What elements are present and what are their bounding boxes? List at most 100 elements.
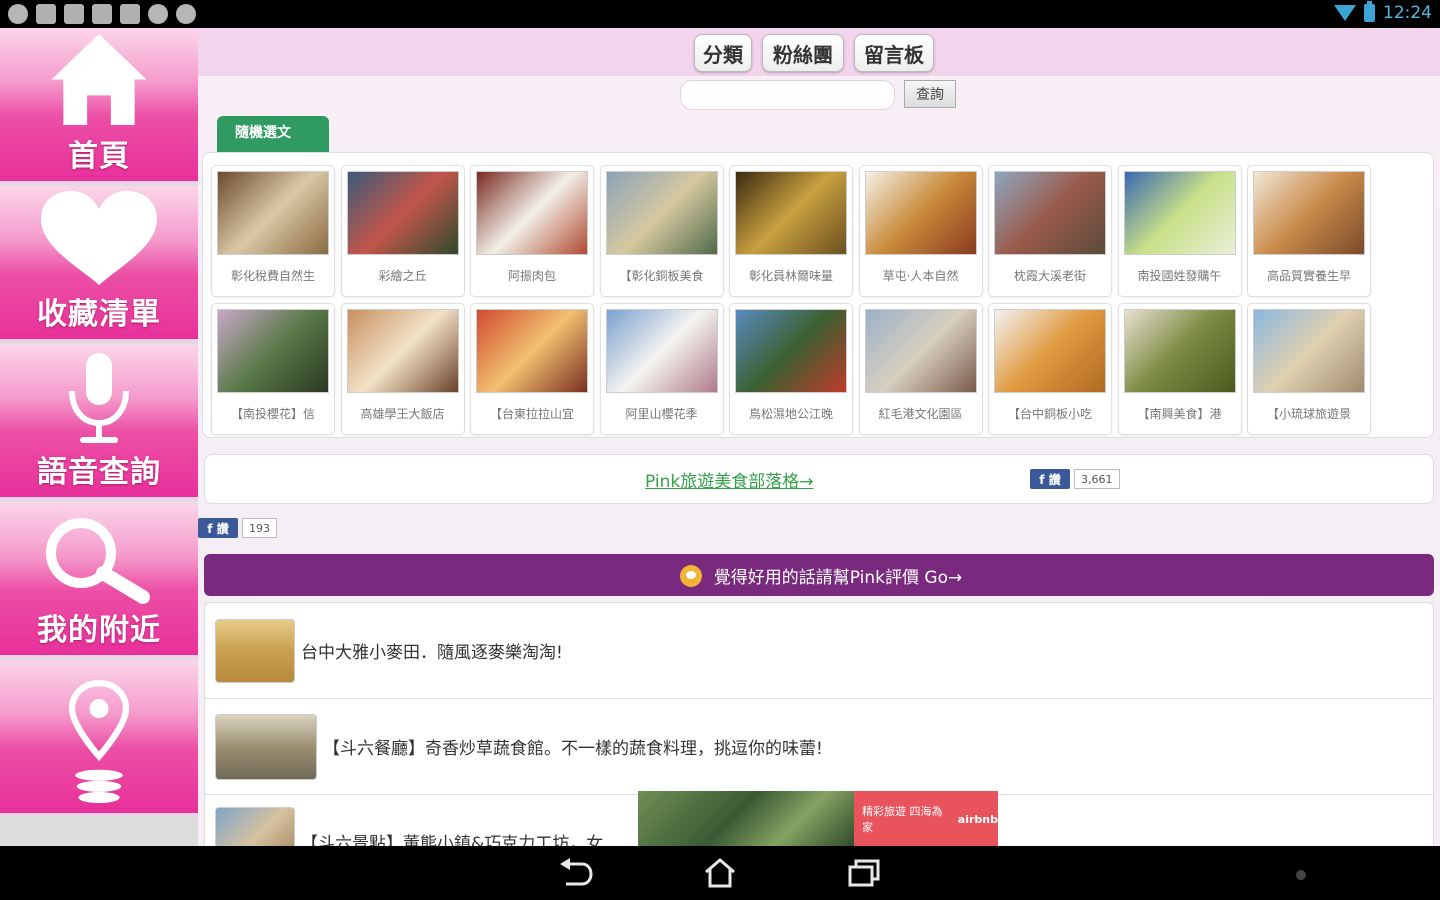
thumbnail-image	[735, 171, 847, 255]
thumbnail-card[interactable]: 【台中銅板小吃	[988, 303, 1112, 435]
thumbnail-caption: 【南興美食】港	[1137, 407, 1222, 421]
android-icon	[8, 4, 28, 24]
thumbnail-image	[476, 171, 588, 255]
thumbnail-caption: 彩繪之丘	[378, 269, 427, 283]
thumbnail-caption: 【台東拉拉山宜	[489, 407, 574, 421]
rate-app-banner[interactable]: 覺得好用的話請幫Pink評價 Go→	[204, 554, 1434, 596]
tab-message-board[interactable]: 留言板	[854, 34, 934, 72]
search-input[interactable]	[680, 80, 895, 110]
like-count: 3,661	[1074, 469, 1120, 489]
article-thumbnail	[215, 618, 295, 683]
top-tabs: 分類 粉絲團 留言板	[694, 34, 934, 72]
back-icon	[560, 858, 593, 886]
thumbnail-card[interactable]: 鳥松濕地公江晚	[729, 303, 853, 435]
sidebar-item-voice-search[interactable]: 語音查詢	[0, 344, 198, 500]
sidebar-item-home[interactable]: 首頁	[0, 28, 198, 184]
thumbnail-card[interactable]: 南投國姓發購午	[1117, 165, 1242, 297]
thumbnail-caption: 【小琉球旅遊景	[1266, 407, 1351, 421]
thumbnail-caption: 南投國姓發購午	[1137, 269, 1222, 283]
sidebar-item-label: 收藏清單	[37, 297, 161, 332]
thumbnail-image	[1253, 309, 1365, 393]
search-button[interactable]: 查詢	[904, 80, 956, 108]
thumbnail-card[interactable]: 阿振肉包	[470, 165, 594, 297]
heart-icon	[41, 191, 157, 285]
like-count: 193	[242, 518, 277, 538]
article-thumbnail	[215, 713, 317, 780]
thumbnail-card[interactable]: 【南興美食】港	[1117, 303, 1242, 435]
thumbnail-caption: 彰化員林爾味量	[748, 269, 833, 283]
gallery-icon	[36, 4, 56, 24]
microphone-icon	[69, 353, 129, 443]
thumbnail-caption: 高雄學王大飯店	[360, 407, 445, 421]
list-item[interactable]: 台中大雅小麥田．隨風逐麥樂淘淘!	[205, 603, 1433, 699]
upload-icon	[120, 4, 140, 24]
thumbnail-caption: 高品質實養生早	[1266, 269, 1351, 283]
sidebar-item-favorites[interactable]: 收藏清單	[0, 186, 198, 342]
ad-image	[638, 791, 854, 846]
thumbnail-card[interactable]: 高品質實養生早	[1247, 165, 1371, 297]
back-button[interactable]	[556, 856, 596, 890]
thumbnail-image	[605, 171, 718, 255]
recent-apps-button[interactable]	[844, 856, 884, 890]
home-icon	[705, 858, 735, 888]
image-icon	[92, 4, 112, 24]
sidebar-item-map[interactable]	[0, 660, 198, 816]
thumbnail-image	[864, 309, 977, 393]
thumbnail-card[interactable]: 彰化稅費自然生	[211, 165, 335, 297]
thumbnail-card[interactable]: 草屯·人本自然	[858, 165, 983, 297]
thumbnail-card[interactable]: 紅毛港文化園區	[858, 303, 983, 435]
app-window: 首頁 收藏清單 語音查詢 我的附近 分類 粉絲團 留言板 查詢 隨機選文 彰化稅…	[0, 28, 1440, 846]
sidebar: 首頁 收藏清單 語音查詢 我的附近	[0, 28, 198, 846]
blog-link[interactable]: Pink旅遊美食部落格→	[645, 467, 813, 492]
status-time: 12:24	[1383, 3, 1432, 23]
rate-banner-text: 覺得好用的話請幫Pink評價 Go→	[713, 567, 963, 588]
article-thumbnail	[215, 807, 295, 846]
thumbnail-caption: 【南投櫻花】信	[230, 407, 315, 421]
battery-icon	[1364, 1, 1375, 22]
thumbnail-caption: 枕霞大溪老街	[1013, 269, 1086, 283]
ad-text-panel: 精彩旅遊 四海為家 airbnb	[854, 791, 998, 846]
random-picks-panel: 彰化稅費自然生 彩繪之丘 阿振肉包 【彰化銅板美食 彰化員林爾味量 草屯·人本自然 枕霞大溪…	[202, 152, 1434, 438]
list-item[interactable]: 【斗六餐廳】奇香炒草蔬食館。不一樣的蔬食料理，挑逗你的味蕾!	[205, 699, 1433, 795]
thumbnail-image	[346, 309, 459, 393]
tab-random-picks[interactable]: 隨機選文	[217, 116, 329, 152]
article-title: 【斗六餐廳】奇香炒草蔬食館。不一樣的蔬食料理，挑逗你的味蕾!	[323, 739, 823, 759]
home-button[interactable]	[700, 856, 740, 890]
thumbnail-caption: 紅毛港文化園區	[878, 407, 963, 421]
thumbnail-image	[605, 309, 718, 393]
thumbnail-image	[994, 171, 1106, 255]
search-icon	[46, 518, 150, 604]
thumbnail-card[interactable]: 彰化員林爾味量	[729, 165, 853, 297]
thumbnail-caption: 阿里山櫻花季	[625, 407, 698, 421]
recent-apps-icon	[848, 859, 880, 887]
cat-mascot-icon	[676, 559, 706, 591]
thumbnail-card[interactable]: 【南投櫻花】信	[211, 303, 335, 435]
article-title: 台中大雅小麥田．隨風逐麥樂淘淘!	[301, 643, 563, 663]
thumbnail-card[interactable]: 彩繪之丘	[340, 165, 465, 297]
ad-banner[interactable]: 精彩旅遊 四海為家 airbnb	[638, 791, 998, 846]
sidebar-item-label: 首頁	[68, 139, 130, 174]
thumbnail-image	[1123, 309, 1236, 393]
facebook-like-button[interactable]: f 讚	[198, 518, 238, 538]
sidebar-item-nearby[interactable]: 我的附近	[0, 502, 198, 658]
menu-dot	[1296, 870, 1306, 880]
chat-icon	[176, 4, 196, 24]
tab-category[interactable]: 分類	[694, 34, 752, 72]
thumbnail-image	[1253, 171, 1365, 255]
thumbnail-image	[476, 309, 588, 393]
thumbnail-image	[994, 309, 1106, 393]
thumbnail-image	[735, 309, 847, 393]
thumbnail-card[interactable]: 阿里山櫻花季	[599, 303, 724, 435]
thumbnail-card[interactable]: 高雄學王大飯店	[340, 303, 465, 435]
facebook-like-button[interactable]: f 讚	[1030, 469, 1070, 489]
thumbnail-card[interactable]: 【台東拉拉山宜	[470, 303, 594, 435]
thumbnail-image	[217, 171, 329, 255]
thumbnail-grid: 彰化稅費自然生 彩繪之丘 阿振肉包 【彰化銅板美食 彰化員林爾味量 草屯·人本自然 枕霞大溪…	[211, 165, 1371, 435]
wifi-icon	[1334, 5, 1356, 21]
thumbnail-card[interactable]: 【小琉球旅遊景	[1247, 303, 1371, 435]
thumbnail-card[interactable]: 【彰化銅板美食	[599, 165, 724, 297]
tab-fan-page[interactable]: 粉絲團	[762, 34, 844, 72]
thumbnail-image	[217, 309, 329, 393]
thumbnail-card[interactable]: 枕霞大溪老街	[988, 165, 1112, 297]
sidebar-item-label: 我的附近	[37, 613, 161, 648]
